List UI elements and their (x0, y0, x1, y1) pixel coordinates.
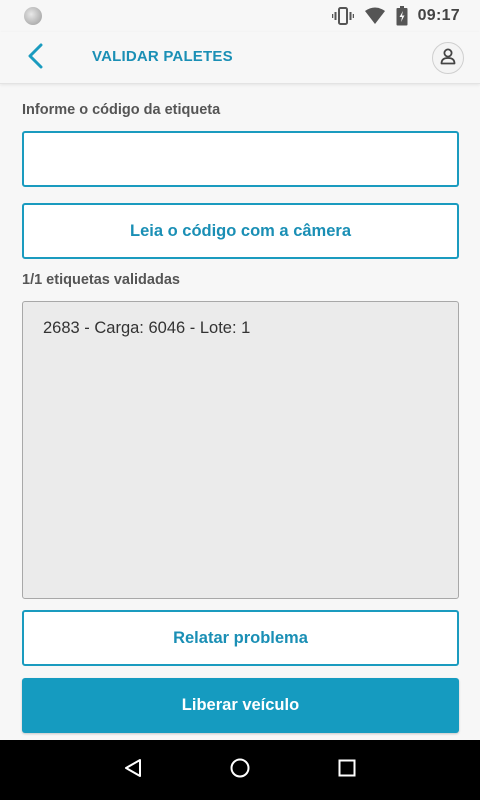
profile-button[interactable] (432, 42, 464, 74)
read-with-camera-button[interactable]: Leia o código com a câmera (22, 203, 459, 259)
nav-back-button[interactable] (109, 746, 157, 794)
code-input[interactable] (22, 131, 459, 187)
system-nav-bar (0, 740, 480, 800)
back-triangle-icon (123, 758, 143, 783)
status-left (24, 7, 42, 25)
validated-labels-list[interactable]: 2683 - Carga: 6046 - Lote: 1 (22, 301, 459, 599)
wifi-icon (364, 7, 386, 25)
release-vehicle-button[interactable]: Liberar veículo (22, 678, 459, 733)
home-circle-icon (229, 757, 251, 784)
status-right: 09:17 (331, 6, 460, 26)
vibrate-icon (331, 6, 354, 26)
chevron-left-icon (26, 43, 46, 74)
app-bar: VALIDAR PALETES (0, 32, 480, 84)
battery-charging-icon (396, 6, 408, 26)
user-icon (439, 47, 457, 70)
code-field-label: Informe o código da etiqueta (22, 102, 221, 118)
recents-square-icon (337, 758, 357, 783)
page-title: VALIDAR PALETES (92, 48, 233, 65)
report-problem-button[interactable]: Relatar problema (22, 610, 459, 666)
back-button[interactable] (20, 42, 52, 74)
nav-recents-button[interactable] (323, 746, 371, 794)
list-item: 2683 - Carga: 6046 - Lote: 1 (43, 319, 251, 337)
notification-dot-icon (24, 7, 42, 25)
validated-count-label: 1/1 etiquetas validadas (22, 272, 180, 288)
status-bar: 09:17 (0, 0, 480, 32)
nav-home-button[interactable] (216, 746, 264, 794)
status-time: 09:17 (417, 7, 460, 24)
